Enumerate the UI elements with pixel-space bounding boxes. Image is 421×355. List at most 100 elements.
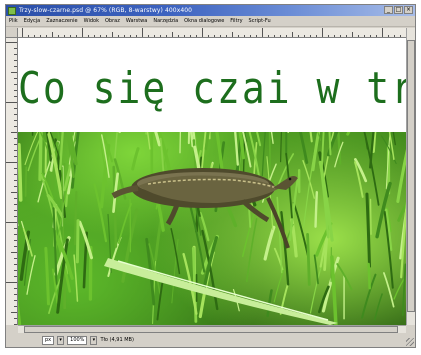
- grass-blade: [44, 246, 50, 306]
- ruler-tick: [14, 186, 17, 187]
- menu-edit[interactable]: Edycja: [24, 18, 41, 24]
- ruler-tick: [184, 35, 185, 37]
- ruler-tick: [166, 35, 167, 37]
- ruler-tick: [112, 32, 113, 37]
- menu-filters[interactable]: Filtry: [230, 18, 242, 24]
- grass-blade: [280, 129, 283, 163]
- menu-script-fu[interactable]: Script-Fu: [249, 18, 271, 24]
- ruler-tick: [14, 168, 17, 169]
- unit-dropdown-icon[interactable]: ▾: [57, 335, 65, 345]
- ruler-tick: [11, 192, 17, 193]
- menu-image[interactable]: Obraz: [105, 18, 120, 24]
- image-canvas[interactable]: Co się czai w trawie?: [18, 38, 406, 325]
- minimize-button[interactable]: _: [384, 6, 393, 14]
- ruler-tick: [14, 234, 17, 235]
- ruler-tick: [40, 35, 41, 37]
- vertical-scrollbar[interactable]: [406, 28, 415, 325]
- ruler-tick: [394, 35, 395, 37]
- menu-bar: Plik Edycja Zaznaczenie Widok Obraz Wars…: [6, 16, 415, 27]
- ruler-tick: [292, 32, 293, 37]
- ruler-tick: [14, 180, 17, 181]
- ruler-tick: [14, 54, 17, 55]
- ruler-tick: [14, 258, 17, 259]
- layer-info: Tło (4,91 MB): [100, 337, 134, 343]
- status-bar: px ▾ 100% ▾ Tło (4,91 MB): [6, 333, 415, 347]
- menu-dialogs[interactable]: Okna dialogowe: [184, 18, 224, 24]
- ruler-tick: [178, 35, 179, 37]
- grass-blade: [374, 293, 383, 321]
- window-controls: _ □ ×: [384, 6, 413, 14]
- ruler-tick: [106, 35, 107, 37]
- menu-tools[interactable]: Narzędzia: [153, 18, 178, 24]
- ruler-tick: [14, 294, 17, 295]
- ruler-tick: [130, 35, 131, 37]
- ruler-tick: [14, 114, 17, 115]
- ruler-tick: [118, 35, 119, 37]
- menu-view[interactable]: Widok: [84, 18, 99, 24]
- ruler-tick: [14, 318, 17, 319]
- ruler-tick: [14, 78, 17, 79]
- menu-select[interactable]: Zaznaczenie: [46, 18, 77, 24]
- grass-blade: [18, 296, 22, 325]
- ruler-tick: [14, 144, 17, 145]
- ruler-tick: [250, 35, 251, 37]
- ruler-tick: [14, 240, 17, 241]
- unit-select[interactable]: px: [42, 335, 55, 345]
- ruler-tick: [262, 28, 263, 37]
- grass-blade: [245, 218, 258, 283]
- ruler-tick: [310, 35, 311, 37]
- zoom-dropdown-icon[interactable]: ▾: [90, 335, 98, 345]
- grass-blade: [365, 192, 372, 268]
- grass-blade: [75, 219, 80, 264]
- close-button[interactable]: ×: [404, 6, 413, 14]
- ruler-tick: [14, 174, 17, 175]
- vertical-ruler[interactable]: [6, 38, 18, 325]
- title-bar[interactable]: Trzy-slow-czarne.psd @ 67% (RGB, 8-warst…: [6, 5, 415, 16]
- ruler-tick: [232, 32, 233, 37]
- ruler-tick: [268, 35, 269, 37]
- ruler-tick: [334, 35, 335, 37]
- ruler-corner[interactable]: [6, 28, 18, 38]
- maximize-button[interactable]: □: [394, 6, 403, 14]
- ruler-tick: [214, 35, 215, 37]
- grass-blade: [273, 267, 285, 303]
- grass-blade: [24, 166, 28, 197]
- grass-blade: [396, 149, 406, 203]
- ruler-tick: [172, 32, 173, 37]
- ruler-tick: [34, 35, 35, 37]
- ruler-tick: [52, 32, 53, 37]
- grass-blade: [26, 255, 36, 295]
- app-icon[interactable]: [8, 6, 16, 15]
- horizontal-scroll-thumb[interactable]: [24, 326, 398, 333]
- ruler-tick: [280, 35, 281, 37]
- ruler-tick: [322, 28, 323, 37]
- ruler-tick: [340, 35, 341, 37]
- ruler-tick: [14, 138, 17, 139]
- ruler-tick: [14, 228, 17, 229]
- ruler-tick: [14, 306, 17, 307]
- ruler-tick: [148, 35, 149, 37]
- horizontal-scrollbar[interactable]: [18, 325, 406, 333]
- grass-blade: [314, 190, 319, 228]
- ruler-tick: [14, 198, 17, 199]
- grass-blade: [306, 232, 311, 286]
- ruler-tick: [14, 108, 17, 109]
- grass-blade: [263, 225, 276, 261]
- ruler-tick: [124, 35, 125, 37]
- grass-blade: [73, 190, 78, 246]
- zoom-select[interactable]: 100%: [67, 335, 88, 345]
- ruler-tick: [14, 96, 17, 97]
- ruler-tick: [14, 66, 17, 67]
- vertical-scroll-thumb[interactable]: [407, 40, 415, 312]
- grass-blade: [313, 254, 319, 285]
- menu-file[interactable]: Plik: [9, 18, 18, 24]
- ruler-tick: [388, 35, 389, 37]
- ruler-tick: [6, 162, 17, 163]
- resize-grip-icon[interactable]: [406, 338, 414, 346]
- zoom-value: 100%: [70, 336, 85, 343]
- horizontal-ruler[interactable]: [18, 28, 406, 38]
- menu-layer[interactable]: Warstwa: [126, 18, 147, 24]
- ruler-tick: [382, 28, 383, 37]
- ruler-tick: [6, 222, 17, 223]
- ruler-tick: [14, 60, 17, 61]
